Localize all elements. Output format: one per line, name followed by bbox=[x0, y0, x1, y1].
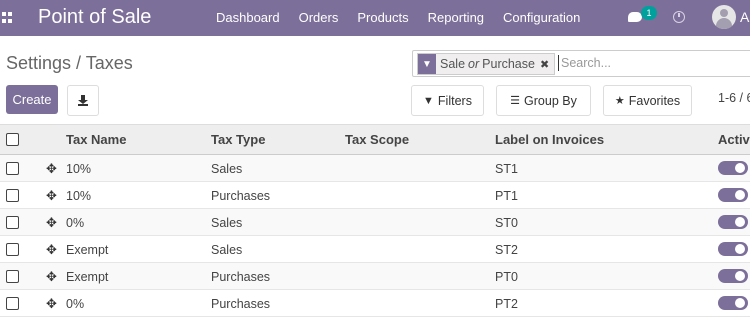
user-avatar[interactable] bbox=[712, 5, 736, 29]
app-title[interactable]: Point of Sale bbox=[38, 6, 151, 29]
search-bar[interactable]: ▼ Sale or Purchase ✖ bbox=[412, 50, 750, 77]
drag-handle-icon[interactable]: ✥ bbox=[46, 188, 57, 204]
drag-handle-icon[interactable]: ✥ bbox=[46, 296, 57, 312]
row-checkbox[interactable] bbox=[6, 243, 19, 256]
top-navbar: Point of Sale Dashboard Orders Products … bbox=[0, 0, 750, 36]
cell-tax-name: 10% bbox=[66, 189, 92, 203]
taxes-table: Tax Name Tax Type Tax Scope Label on Inv… bbox=[0, 124, 750, 317]
search-facet: ▼ Sale or Purchase ✖ bbox=[417, 53, 556, 75]
row-checkbox[interactable] bbox=[6, 270, 19, 283]
breadcrumb-taxes: Taxes bbox=[85, 53, 133, 73]
star-icon: ★ bbox=[614, 95, 625, 107]
column-label-on-invoices[interactable]: Label on Invoices bbox=[495, 132, 604, 147]
user-name[interactable]: A bbox=[740, 9, 749, 25]
facet-value-sale: Sale bbox=[440, 57, 466, 71]
breadcrumb: Settings / Taxes bbox=[6, 53, 133, 74]
table-header: Tax Name Tax Type Tax Scope Label on Inv… bbox=[0, 124, 750, 155]
cell-tax-type: Purchases bbox=[211, 297, 271, 311]
column-tax-type[interactable]: Tax Type bbox=[211, 132, 265, 147]
active-toggle[interactable] bbox=[718, 161, 748, 175]
export-button[interactable] bbox=[67, 85, 99, 116]
cell-tax-type: Sales bbox=[211, 243, 243, 257]
cell-tax-type: Purchases bbox=[211, 189, 271, 203]
cell-tax-name: 0% bbox=[66, 297, 85, 311]
filter-funnel-icon: ▼ bbox=[423, 94, 434, 107]
menu-configuration[interactable]: Configuration bbox=[503, 10, 580, 25]
column-tax-scope[interactable]: Tax Scope bbox=[345, 132, 409, 147]
main-menu: Dashboard Orders Products Reporting Conf… bbox=[216, 10, 599, 25]
filters-label: Filters bbox=[437, 93, 472, 108]
group-by-label: Group By bbox=[524, 93, 577, 108]
cell-invoice-label: PT1 bbox=[495, 189, 518, 203]
row-checkbox[interactable] bbox=[6, 189, 19, 202]
cell-tax-type: Sales bbox=[211, 216, 243, 230]
group-by-button[interactable]: ☰ Group By bbox=[496, 85, 591, 116]
cell-invoice-label: ST2 bbox=[495, 243, 518, 257]
remove-facet-icon[interactable]: ✖ bbox=[540, 58, 549, 71]
list-icon: ☰ bbox=[510, 95, 521, 107]
active-toggle[interactable] bbox=[718, 296, 748, 310]
menu-products[interactable]: Products bbox=[357, 10, 408, 25]
cell-invoice-label: ST0 bbox=[495, 216, 518, 230]
table-row[interactable]: ✥ 0% Sales ST0 bbox=[0, 209, 750, 236]
apps-menu-icon[interactable] bbox=[2, 12, 14, 24]
cell-invoice-label: PT2 bbox=[495, 297, 518, 311]
select-all-checkbox[interactable] bbox=[6, 133, 19, 146]
column-active[interactable]: Active bbox=[718, 132, 750, 147]
cell-tax-name: 0% bbox=[66, 216, 85, 230]
filters-button[interactable]: ▼ Filters bbox=[411, 85, 484, 116]
cell-tax-name: 10% bbox=[66, 162, 92, 176]
active-toggle[interactable] bbox=[718, 215, 748, 229]
drag-handle-icon[interactable]: ✥ bbox=[46, 161, 57, 177]
breadcrumb-settings[interactable]: Settings bbox=[6, 53, 71, 73]
table-row[interactable]: ✥ 0% Purchases PT2 bbox=[0, 290, 750, 317]
menu-dashboard[interactable]: Dashboard bbox=[216, 10, 280, 25]
drag-handle-icon[interactable]: ✥ bbox=[46, 215, 57, 231]
row-checkbox[interactable] bbox=[6, 297, 19, 310]
search-input[interactable] bbox=[558, 55, 750, 71]
cell-tax-type: Purchases bbox=[211, 270, 271, 284]
cell-invoice-label: PT0 bbox=[495, 270, 518, 284]
facet-value-purchase: Purchase bbox=[482, 57, 535, 71]
table-row[interactable]: ✥ 10% Purchases PT1 bbox=[0, 182, 750, 209]
breadcrumb-separator: / bbox=[71, 53, 86, 73]
active-toggle[interactable] bbox=[718, 269, 748, 283]
facet-separator: or bbox=[468, 57, 480, 71]
row-checkbox[interactable] bbox=[6, 162, 19, 175]
column-tax-name[interactable]: Tax Name bbox=[66, 132, 126, 147]
cell-invoice-label: ST1 bbox=[495, 162, 518, 176]
cell-tax-name: Exempt bbox=[66, 243, 109, 257]
active-toggle[interactable] bbox=[718, 188, 748, 202]
messages-icon[interactable] bbox=[628, 12, 642, 22]
favorites-label: Favorites bbox=[628, 93, 681, 108]
messages-count-badge: 1 bbox=[641, 6, 657, 20]
menu-orders[interactable]: Orders bbox=[299, 10, 339, 25]
download-icon bbox=[78, 95, 88, 106]
favorites-button[interactable]: ★ Favorites bbox=[603, 85, 692, 116]
active-toggle[interactable] bbox=[718, 242, 748, 256]
filter-icon: ▼ bbox=[418, 54, 436, 74]
pager-value[interactable]: 1-6 / 6 bbox=[718, 91, 750, 105]
cell-tax-type: Sales bbox=[211, 162, 243, 176]
table-row[interactable]: ✥ Exempt Purchases PT0 bbox=[0, 263, 750, 290]
row-checkbox[interactable] bbox=[6, 216, 19, 229]
activity-clock-icon[interactable] bbox=[673, 11, 685, 23]
cell-tax-name: Exempt bbox=[66, 270, 109, 284]
drag-handle-icon[interactable]: ✥ bbox=[46, 269, 57, 285]
drag-handle-icon[interactable]: ✥ bbox=[46, 242, 57, 258]
create-button[interactable]: Create bbox=[6, 85, 58, 114]
menu-reporting[interactable]: Reporting bbox=[428, 10, 484, 25]
table-row[interactable]: ✥ 10% Sales ST1 bbox=[0, 155, 750, 182]
table-row[interactable]: ✥ Exempt Sales ST2 bbox=[0, 236, 750, 263]
